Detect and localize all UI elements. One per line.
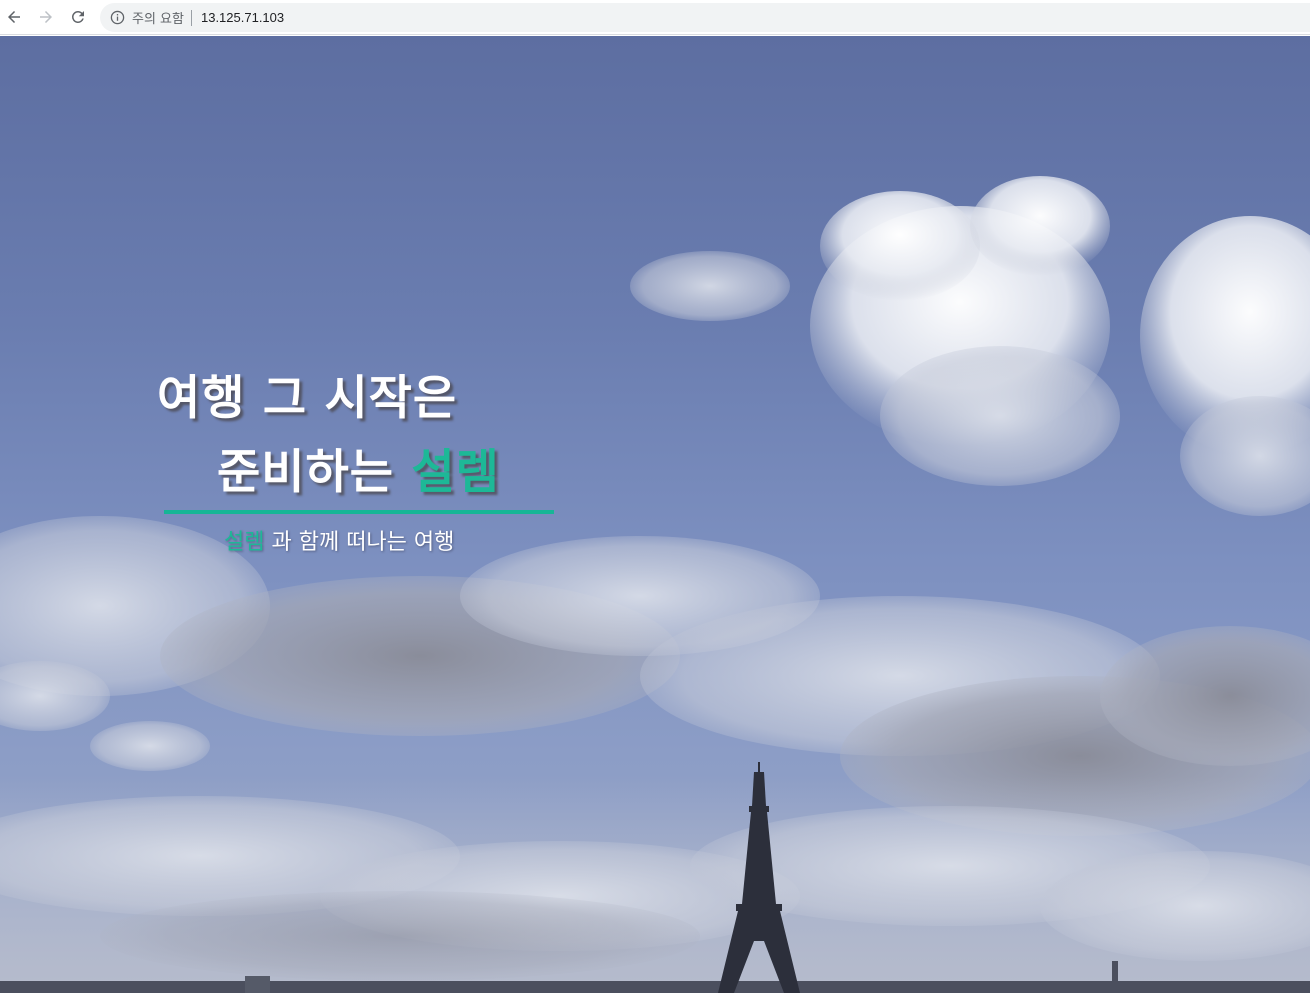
address-divider	[190, 9, 192, 26]
hero-title-line-2-prefix: 준비하는	[217, 445, 394, 500]
hero-subtitle-text: 과 함께 떠나는 여행	[271, 530, 455, 555]
hero-title-line-2: 준비하는 설렘	[157, 434, 500, 512]
browser-toolbar: 주의 요함 13.125.71.103	[0, 0, 1310, 35]
sky-background-image	[0, 176, 1310, 993]
reload-icon	[71, 10, 84, 23]
security-status-label[interactable]: 주의 요함	[132, 8, 184, 27]
reload-button[interactable]	[66, 5, 90, 29]
info-icon[interactable]	[109, 10, 125, 26]
hero-section	[0, 36, 1310, 993]
back-button[interactable]	[2, 5, 26, 29]
hero-title-accent: 설렘	[411, 445, 500, 500]
title-underline-divider	[164, 510, 554, 514]
url-text[interactable]: 13.125.71.103	[201, 10, 284, 25]
hero-title-line-1: 여행 그 시작은	[157, 371, 458, 426]
forward-button[interactable]	[34, 5, 58, 29]
hero-subtitle-accent: 설렘	[224, 530, 265, 555]
forward-arrow-icon	[40, 11, 52, 23]
hero-title: 여행 그 시작은 준비하는 설렘	[157, 364, 500, 512]
hero-subtitle: 설렘 과 함께 떠나는 여행	[224, 524, 454, 556]
address-bar[interactable]: 주의 요함 13.125.71.103	[100, 3, 1310, 32]
back-arrow-icon	[8, 11, 20, 23]
